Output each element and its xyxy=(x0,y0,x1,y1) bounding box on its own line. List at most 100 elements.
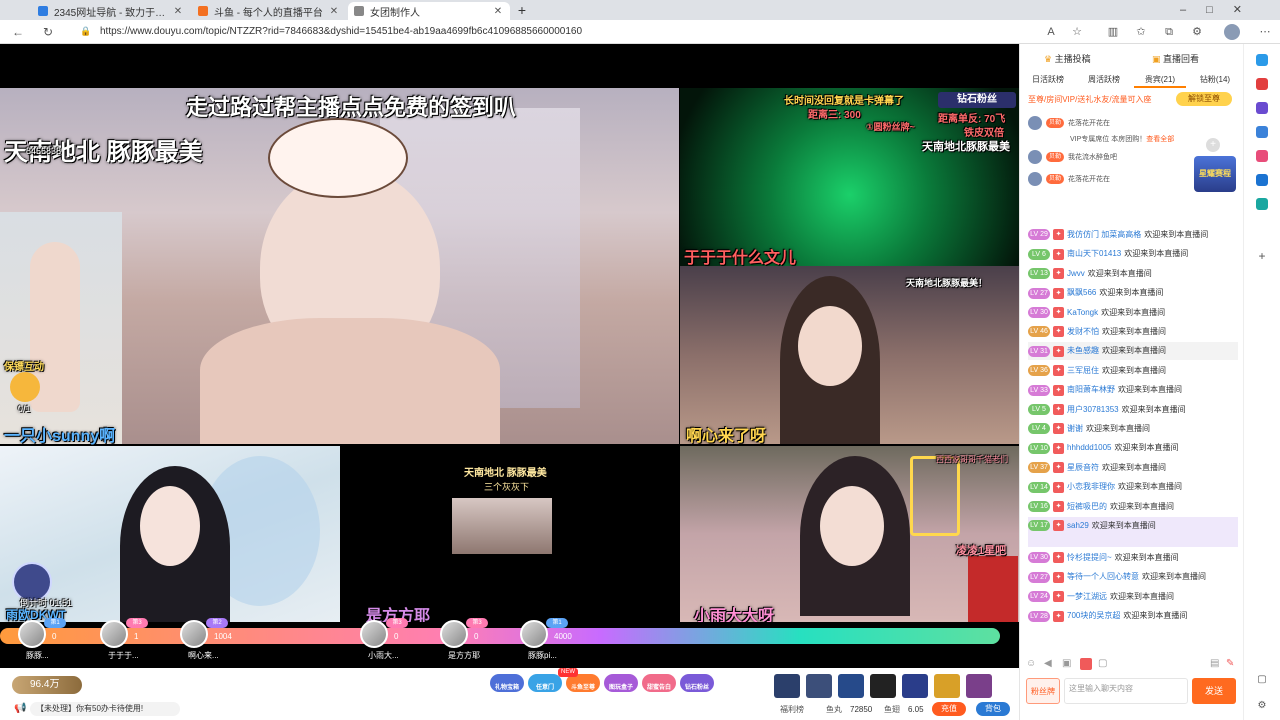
chat-message[interactable]: LV 28 ✦ 700块的吴京超 欢迎来到本直播间 xyxy=(1028,607,1238,625)
more-menu-icon[interactable]: ⋯ xyxy=(1258,25,1272,39)
vip-user-row[interactable]: 贝勒 我花流水醉鱼吧 xyxy=(1028,150,1188,166)
gift-slot-7[interactable] xyxy=(966,674,992,698)
chat-message[interactable]: LV 6 ✦ 南山天下01413 欢迎来到本直播间 xyxy=(1028,245,1238,263)
chat-username[interactable]: 星辰音符 xyxy=(1067,463,1099,472)
chat-username[interactable]: 短裤吸巴的 xyxy=(1067,502,1107,511)
bottom-left-video-tile[interactable]: 倒计时 01:51 雨欧DKWT xyxy=(0,446,340,622)
browser-tab-3[interactable]: 女团制作人 ✕ xyxy=(348,2,510,20)
add-sidebar-icon[interactable]: + xyxy=(1256,250,1268,262)
chat-input[interactable]: 这里输入聊天内容 xyxy=(1064,678,1188,704)
recharge-button[interactable]: 充值 xyxy=(932,702,966,716)
chat-message[interactable]: LV 30 ✦ 怜杉提提问~ 欢迎来到本直播间 xyxy=(1028,549,1238,567)
backpack-button[interactable]: 背包 xyxy=(976,702,1010,716)
follow-count[interactable]: 96.4万 xyxy=(12,676,82,694)
mid-right-video-tile[interactable]: 天南地北豚豚最美！ 啊心来了呀 xyxy=(680,266,1019,444)
gift-icon[interactable]: ▣ xyxy=(1062,658,1071,669)
sidebar-settings-icon[interactable]: ⚙ xyxy=(1256,700,1268,712)
chat-message[interactable]: LV 16 ✦ 短裤吸巴的 欢迎来到本直播间 xyxy=(1028,498,1238,516)
tab-weekly-rank[interactable]: 周活跃榜 xyxy=(1082,72,1126,88)
pk-slot-avatar[interactable] xyxy=(100,620,128,648)
tools-icon[interactable] xyxy=(1256,102,1268,114)
interaction-label[interactable]: 保镖互动 xyxy=(4,358,44,373)
reload-icon[interactable]: ↻ xyxy=(40,24,56,40)
close-tab-icon[interactable]: ✕ xyxy=(328,6,340,17)
add-icon[interactable]: + xyxy=(1206,138,1220,152)
gift-slot-6[interactable] xyxy=(934,674,960,698)
gift-slot-2[interactable] xyxy=(806,674,832,698)
unlock-vip-button[interactable]: 解锁至尊 xyxy=(1176,92,1232,106)
gift-slot-1[interactable] xyxy=(774,674,800,698)
chat-message[interactable]: LV 29 ✦ 我仿仿门 加菜高高格 欢迎来到本直播间 xyxy=(1028,226,1238,244)
emoji-icon[interactable]: ☺ xyxy=(1026,658,1036,669)
chat-username[interactable]: 我仿仿门 加菜高高格 xyxy=(1067,230,1141,239)
collections-icon[interactable]: ⧉ xyxy=(1162,25,1176,39)
close-tab-icon[interactable]: ✕ xyxy=(492,6,504,17)
chat-message[interactable]: LV 5 ✦ 用户30781353 欢迎来到本直播间 xyxy=(1028,401,1238,419)
chat-message[interactable]: LV 46 ✦ 发财不怕 欢迎来到本直播间 xyxy=(1028,323,1238,341)
read-aloud-icon[interactable]: A xyxy=(1044,25,1058,39)
chat-username[interactable]: 用户30781353 xyxy=(1067,405,1119,414)
streamer-post-link[interactable]: ♛ 主播投稿 xyxy=(1044,52,1091,64)
pk-slot-avatar[interactable] xyxy=(440,620,468,648)
profile-avatar[interactable] xyxy=(1224,24,1240,40)
search-icon[interactable] xyxy=(1256,54,1268,66)
chat-username[interactable]: 700块的吴京超 xyxy=(1067,611,1120,620)
chat-username[interactable]: sah29 xyxy=(1067,521,1089,530)
notice-text[interactable]: 【未处理】你有50办卡待使用! xyxy=(30,702,180,716)
settings-icon[interactable]: ▤ xyxy=(1210,658,1219,669)
speaker-icon[interactable]: ◀ xyxy=(1044,658,1052,669)
chat-message[interactable]: LV 31 ✦ 未鱼感趣 欢迎来到本直播间 xyxy=(1028,342,1238,361)
chat-username[interactable]: 未鱼感趣 xyxy=(1067,346,1099,355)
send-button[interactable]: 发送 xyxy=(1192,678,1236,704)
shopping-icon[interactable] xyxy=(1256,78,1268,90)
chat-username[interactable]: Jwvv xyxy=(1067,269,1085,278)
interaction-coin-icon[interactable] xyxy=(10,372,40,402)
window-controls[interactable]: –□✕ xyxy=(1180,3,1270,17)
chat-username[interactable]: 怜杉提提问~ xyxy=(1067,553,1112,562)
chat-message[interactable]: LV 30 ✦ KaTongk 欢迎来到本直播间 xyxy=(1028,304,1238,322)
chat-message[interactable]: LV 37 ✦ 星辰音符 欢迎来到本直播间 xyxy=(1028,459,1238,477)
split-screen-icon[interactable]: ▥ xyxy=(1106,25,1120,39)
games-icon[interactable] xyxy=(1256,126,1268,138)
close-tab-icon[interactable]: ✕ xyxy=(172,6,184,17)
chat-message[interactable]: LV 24 ✦ 一梦江湖远 欢迎来到本直播间 xyxy=(1028,588,1238,606)
outlook-icon[interactable] xyxy=(1256,174,1268,186)
gift-slot-4[interactable] xyxy=(870,674,896,698)
chat-username[interactable]: 三军屈住 xyxy=(1067,366,1099,375)
chat-username[interactable]: 南阳萧车林野 xyxy=(1067,385,1115,394)
chat-message[interactable]: LV 10 ✦ hhhddd1005 欢迎来到本直播间 xyxy=(1028,439,1238,457)
browser-tab-1[interactable]: 2345网址导航 - 致力于打造百年... ✕ xyxy=(32,2,190,20)
view-all-link[interactable]: 查看全部 xyxy=(1146,136,1174,143)
tab-daily-rank[interactable]: 日活跃榜 xyxy=(1026,72,1070,88)
chat-message[interactable]: LV 33 ✦ 南阳萧车林野 欢迎来到本直播间 xyxy=(1028,381,1238,399)
new-tab-icon[interactable]: + xyxy=(514,2,530,18)
tab-vip[interactable]: 贵宾(21) xyxy=(1134,72,1186,88)
tab-diamond-fans[interactable]: 钻粉(14) xyxy=(1190,72,1240,88)
gift-slot-5[interactable] xyxy=(902,674,928,698)
center-mini-video[interactable] xyxy=(452,498,552,554)
diamond-fan-badge[interactable]: 钻石粉丝 xyxy=(938,92,1016,108)
pk-slot-avatar[interactable] xyxy=(18,620,46,648)
vip-user-row[interactable]: 贝勒 花落花开花在 xyxy=(1028,172,1188,188)
url-field[interactable]: https://www.douyu.com/topic/NTZZR?rid=78… xyxy=(80,23,1000,41)
chat-message[interactable]: LV 27 ✦ 等待一个人回心转意 欢迎来到本直播间 xyxy=(1028,568,1238,586)
vip-user-row[interactable]: 贝勒 花落花开花在 xyxy=(1028,116,1188,132)
favorites-icon[interactable]: ✩ xyxy=(1134,25,1148,39)
chat-username[interactable]: 一梦江湖远 xyxy=(1067,592,1107,601)
chat-username[interactable]: 等待一个人回心转意 xyxy=(1067,572,1139,581)
gift-slot-3[interactable] xyxy=(838,674,864,698)
pk-slot-avatar[interactable] xyxy=(520,620,548,648)
chat-username[interactable]: 发财不怕 xyxy=(1067,327,1099,336)
chat-username[interactable]: 飘飘566 xyxy=(1067,288,1096,297)
chat-username[interactable]: 谢谢 xyxy=(1067,424,1083,433)
chat-username[interactable]: 南山天下01413 xyxy=(1067,249,1121,258)
chat-message[interactable]: LV 27 ✦ 飘飘566 欢迎来到本直播间 xyxy=(1028,284,1238,302)
pk-slot-avatar[interactable] xyxy=(360,620,388,648)
fans-icon[interactable] xyxy=(1080,658,1092,670)
replay-link[interactable]: ▣ 直播回看 xyxy=(1152,52,1199,64)
chat-username[interactable]: KaTongk xyxy=(1067,308,1098,317)
chat-username[interactable]: hhhddd1005 xyxy=(1067,443,1112,452)
pk-slot-avatar[interactable] xyxy=(180,620,208,648)
bottom-right-video-tile[interactable]: 西西家哥哥千猫老们 凌凌1星吧 小雨大大呀 xyxy=(680,446,1019,622)
clear-icon[interactable]: ✎ xyxy=(1226,658,1234,669)
